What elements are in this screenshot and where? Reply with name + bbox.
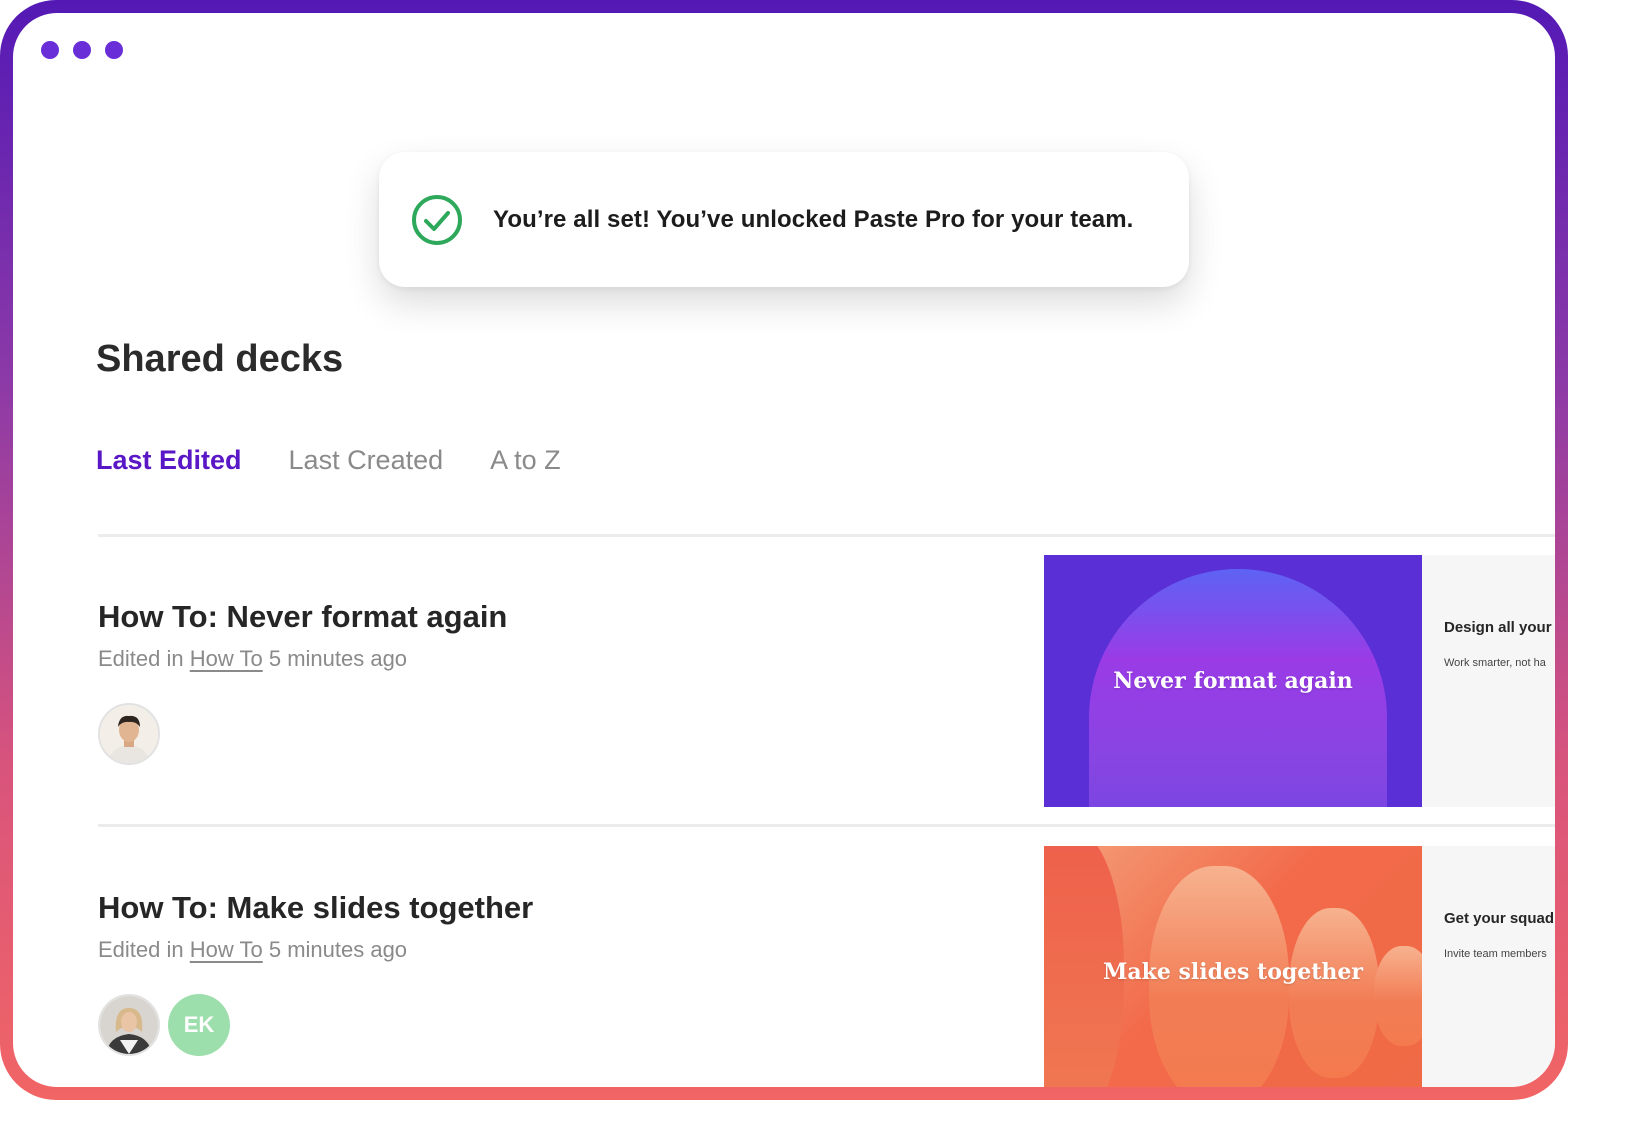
deck-meta-prefix: Edited in <box>98 937 184 962</box>
deck-slide-preview[interactable]: Get your squad Invite team members <box>1422 846 1555 1087</box>
preview-subtitle: Work smarter, not ha <box>1444 657 1546 669</box>
deck-folder-link[interactable]: How To <box>190 937 263 962</box>
person-avatar-icon <box>100 996 158 1054</box>
deck-thumbnail[interactable]: Make slides together <box>1044 846 1422 1087</box>
deck-meta: Edited in How To 5 minutes ago <box>98 646 407 672</box>
deck-meta-prefix: Edited in <box>98 646 184 671</box>
avatar[interactable] <box>98 994 160 1056</box>
success-toast: You’re all set! You’ve unlocked Paste Pr… <box>379 152 1189 287</box>
tab-a-to-z[interactable]: A to Z <box>490 445 561 476</box>
divider <box>98 824 1555 827</box>
thumbnail-shape <box>1374 946 1422 1046</box>
tab-last-created[interactable]: Last Created <box>289 445 444 476</box>
tab-last-edited[interactable]: Last Edited <box>96 445 242 476</box>
preview-title: Design all your <box>1444 619 1552 636</box>
window-controls <box>41 41 123 59</box>
person-avatar-icon <box>100 705 158 763</box>
deck-title[interactable]: How To: Make slides together <box>98 890 533 926</box>
sort-tabs: Last Edited Last Created A to Z <box>96 445 608 476</box>
thumbnail-shape <box>1289 908 1379 1078</box>
deck-folder-link[interactable]: How To <box>190 646 263 671</box>
deck-meta-time: 5 minutes ago <box>268 646 408 671</box>
window-dot-icon[interactable] <box>41 41 59 59</box>
avatar-initials[interactable]: EK <box>168 994 230 1056</box>
thumbnail-title: Never format again <box>1113 668 1353 694</box>
thumbnail-title: Make slides together <box>1103 959 1363 985</box>
page-title: Shared decks <box>96 338 344 380</box>
deck-title[interactable]: How To: Never format again <box>98 599 507 635</box>
app-frame: You’re all set! You’ve unlocked Paste Pr… <box>0 0 1568 1100</box>
window-dot-icon[interactable] <box>105 41 123 59</box>
preview-subtitle: Invite team members <box>1444 948 1547 960</box>
deck-slide-preview[interactable]: Design all your Work smarter, not ha <box>1422 555 1555 807</box>
deck-thumbnail[interactable]: Never format again <box>1044 555 1422 807</box>
avatar[interactable] <box>98 703 160 765</box>
app-window: You’re all set! You’ve unlocked Paste Pr… <box>13 13 1555 1087</box>
check-circle-icon <box>412 194 462 245</box>
window-dot-icon[interactable] <box>73 41 91 59</box>
deck-meta: Edited in How To 5 minutes ago <box>98 937 407 963</box>
preview-title: Get your squad <box>1444 910 1555 927</box>
toast-message: You’re all set! You’ve unlocked Paste Pr… <box>493 205 1134 233</box>
deck-meta-time: 5 minutes ago <box>268 937 408 962</box>
divider <box>98 534 1555 537</box>
